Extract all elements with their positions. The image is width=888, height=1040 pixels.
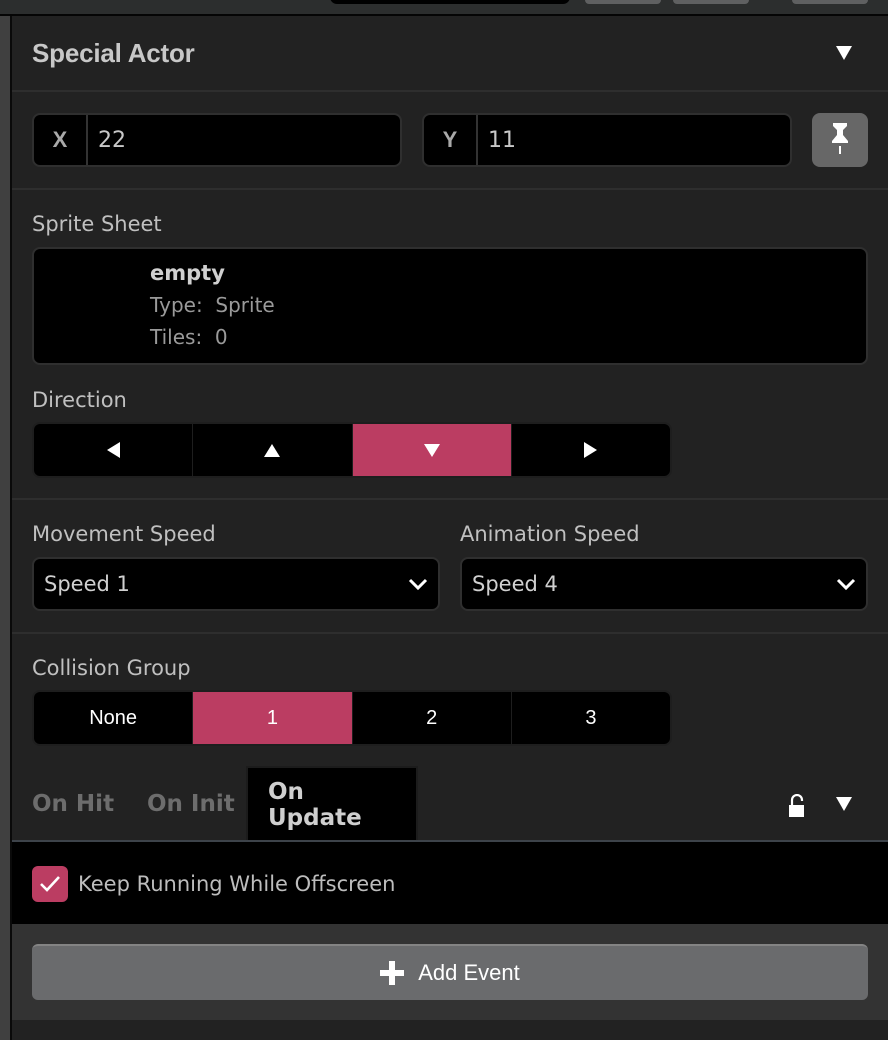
plus-icon [380, 961, 405, 985]
sprite-tiles-value: 0 [214, 325, 228, 349]
y-input[interactable]: 11 [478, 128, 516, 153]
arrow-down-icon [423, 443, 440, 457]
add-event-label: Add Event [418, 960, 520, 985]
sprite-sheet-name: empty [150, 261, 225, 285]
direction-left-button[interactable] [34, 424, 194, 476]
section-title: Special Actor [32, 38, 195, 68]
caret-down-icon[interactable] [836, 797, 852, 811]
sprite-sheet-label: Sprite Sheet [32, 212, 162, 236]
animation-speed-label: Animation Speed [460, 522, 640, 546]
pin-button[interactable] [812, 113, 868, 167]
top-toolbar [0, 0, 888, 14]
direction-down-button[interactable] [352, 424, 512, 476]
divider [12, 498, 888, 500]
toolbar-button[interactable] [673, 0, 749, 4]
movement-speed-label: Movement Speed [32, 522, 216, 546]
collision-group-3[interactable]: 3 [512, 692, 670, 744]
arrow-up-icon [264, 443, 281, 457]
panel-resize-handle[interactable] [0, 16, 10, 1040]
y-label: Y [424, 115, 478, 165]
divider [12, 188, 888, 190]
sprite-sheet-selector[interactable]: empty Type: Sprite Tiles: 0 [32, 247, 868, 365]
toolbar-search-pill[interactable] [330, 0, 570, 4]
checkmark-icon [40, 876, 60, 892]
sprite-type-row: Type: Sprite [150, 293, 275, 317]
direction-label: Direction [32, 388, 127, 412]
animation-speed-value: Speed 4 [472, 572, 558, 596]
y-coordinate-field[interactable]: Y 11 [422, 113, 792, 167]
collision-group-2[interactable]: 2 [353, 692, 512, 744]
collision-group-none[interactable]: None [34, 692, 194, 744]
sprite-tiles-row: Tiles: 0 [150, 325, 228, 349]
tab-on-update[interactable]: On Update [246, 766, 418, 842]
collision-group-label: Collision Group [32, 656, 191, 680]
x-coordinate-field[interactable]: X 22 [32, 113, 402, 167]
pushpin-icon [832, 123, 848, 154]
direction-selector [32, 422, 672, 478]
arrow-left-icon [106, 442, 120, 458]
divider [12, 90, 888, 92]
x-input[interactable]: 22 [88, 128, 126, 153]
direction-right-button[interactable] [512, 424, 670, 476]
add-event-button[interactable]: Add Event [32, 944, 868, 1000]
sprite-type-label: Type: [150, 293, 203, 317]
arrow-right-icon [584, 442, 598, 458]
chevron-down-icon [408, 578, 428, 591]
collision-group-1[interactable]: 1 [193, 692, 353, 744]
movement-speed-select[interactable]: Speed 1 [32, 557, 440, 611]
tab-on-init[interactable]: On Init [147, 766, 235, 842]
caret-down-icon[interactable] [836, 46, 852, 60]
animation-speed-select[interactable]: Speed 4 [460, 557, 868, 611]
script-tabs: On Hit On Init On Update [12, 766, 888, 842]
chevron-down-icon [836, 578, 856, 591]
tab-on-hit[interactable]: On Hit [32, 766, 114, 842]
x-label: X [34, 115, 88, 165]
toolbar-button[interactable] [585, 0, 661, 4]
movement-speed-value: Speed 1 [44, 572, 130, 596]
sprite-type-value: Sprite [215, 293, 275, 317]
keep-running-checkbox[interactable] [32, 866, 68, 902]
toolbar-button[interactable] [792, 0, 868, 4]
unlock-icon[interactable] [788, 794, 806, 818]
sprite-tiles-label: Tiles: [150, 325, 203, 349]
divider [12, 632, 888, 634]
keep-running-label[interactable]: Keep Running While Offscreen [78, 872, 395, 896]
collision-group-selector: None 1 2 3 [32, 690, 672, 746]
direction-up-button[interactable] [193, 424, 353, 476]
